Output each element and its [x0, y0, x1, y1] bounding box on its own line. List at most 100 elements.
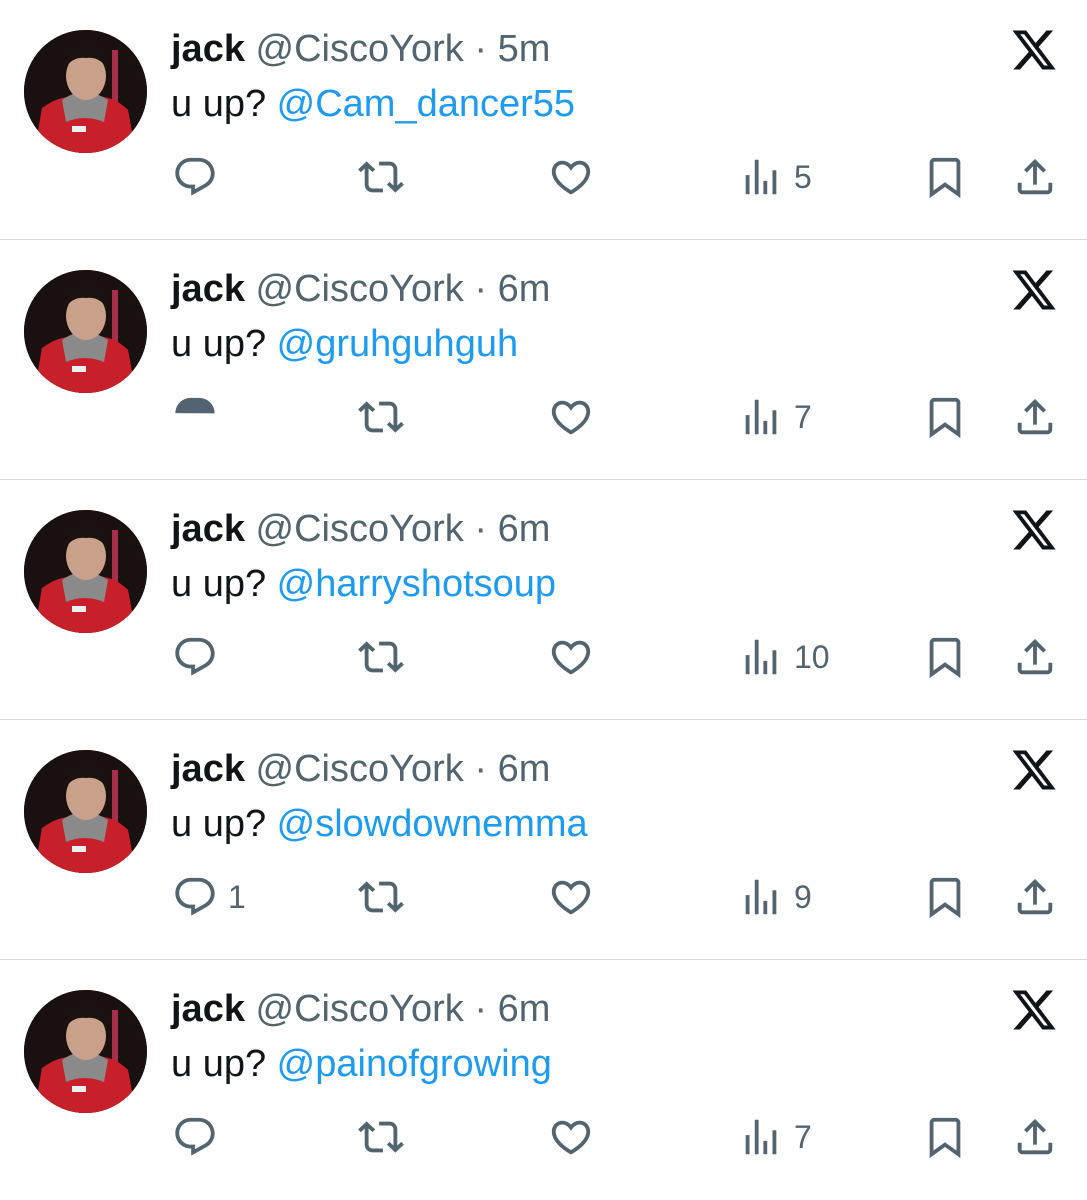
tweet-text-content: u up? [171, 83, 277, 125]
avatar[interactable] [24, 30, 147, 153]
tweet-feed: jack @CiscoYork · 5m u up? @Cam_dancer55 [0, 0, 1087, 1200]
separator-dot: · [474, 748, 487, 790]
view-count: 9 [794, 879, 812, 915]
timestamp[interactable]: 6m [498, 508, 551, 550]
bookmark-button[interactable] [922, 872, 968, 922]
x-logo-icon [1010, 506, 1058, 554]
avatar[interactable] [24, 510, 147, 633]
mention-link[interactable]: @gruhguhguh [277, 323, 518, 365]
like-button[interactable] [548, 152, 594, 202]
view-count: 7 [794, 1119, 812, 1155]
heart-icon [548, 874, 594, 920]
reply-icon [172, 394, 218, 440]
views-button[interactable]: 10 [738, 632, 830, 682]
tweet-text: u up? @harryshotsoup [171, 560, 556, 608]
tweet-text-content: u up? [171, 803, 277, 845]
heart-icon [548, 1114, 594, 1160]
timestamp[interactable]: 6m [498, 988, 551, 1030]
user-handle[interactable]: @CiscoYork [256, 28, 464, 70]
user-handle[interactable]: @CiscoYork [256, 268, 464, 310]
bookmark-button[interactable] [922, 392, 968, 442]
display-name[interactable]: jack [171, 748, 245, 790]
bookmark-button[interactable] [922, 152, 968, 202]
like-button[interactable] [548, 632, 594, 682]
separator-dot: · [474, 988, 487, 1030]
share-button[interactable] [1012, 1112, 1058, 1162]
avatar[interactable] [24, 270, 147, 393]
mention-link[interactable]: @Cam_dancer55 [277, 83, 575, 125]
tweet[interactable]: jack @CiscoYork · 6m u up? @gruhguhguh 7 [0, 240, 1087, 480]
repost-button[interactable] [358, 152, 404, 202]
views-button[interactable]: 9 [738, 872, 812, 922]
tweet[interactable]: jack @CiscoYork · 6m u up? @painofgrowin… [0, 960, 1087, 1200]
tweet-actions: 5 [0, 152, 1087, 202]
repost-button[interactable] [358, 392, 404, 442]
bookmark-icon [922, 394, 968, 440]
tweet-actions: 10 [0, 632, 1087, 682]
timestamp[interactable]: 6m [498, 268, 551, 310]
tweet[interactable]: jack @CiscoYork · 6m u up? @harryshotsou… [0, 480, 1087, 720]
tweet-header: jack @CiscoYork · 6m [171, 746, 550, 792]
tweet-actions: 7 [0, 1112, 1087, 1162]
tweet-actions: 1 9 [0, 872, 1087, 922]
reply-button[interactable]: 1 [172, 872, 246, 922]
tweet-header: jack @CiscoYork · 6m [171, 506, 550, 552]
mention-link[interactable]: @painofgrowing [277, 1043, 552, 1085]
tweet-header: jack @CiscoYork · 5m [171, 26, 550, 72]
reply-button[interactable] [172, 1112, 228, 1162]
user-handle[interactable]: @CiscoYork [256, 988, 464, 1030]
tweet[interactable]: jack @CiscoYork · 5m u up? @Cam_dancer55 [0, 0, 1087, 240]
heart-icon [548, 394, 594, 440]
repost-button[interactable] [358, 1112, 404, 1162]
avatar[interactable] [24, 750, 147, 873]
user-handle[interactable]: @CiscoYork [256, 508, 464, 550]
display-name[interactable]: jack [171, 268, 245, 310]
views-button[interactable]: 7 [738, 392, 812, 442]
x-logo-icon [1010, 986, 1058, 1034]
bookmark-button[interactable] [922, 632, 968, 682]
avatar[interactable] [24, 990, 147, 1113]
share-button[interactable] [1012, 392, 1058, 442]
tweet-text: u up? @Cam_dancer55 [171, 80, 575, 128]
display-name[interactable]: jack [171, 988, 245, 1030]
reply-button[interactable] [172, 152, 228, 202]
share-button[interactable] [1012, 152, 1058, 202]
mention-link[interactable]: @harryshotsoup [277, 563, 556, 605]
reply-icon [172, 154, 218, 200]
views-button[interactable]: 7 [738, 1112, 812, 1162]
like-button[interactable] [548, 872, 594, 922]
mention-link[interactable]: @slowdownemma [277, 803, 588, 845]
tweet-header: jack @CiscoYork · 6m [171, 266, 550, 312]
reply-button[interactable] [172, 632, 228, 682]
like-button[interactable] [548, 1112, 594, 1162]
share-icon [1012, 634, 1058, 680]
user-handle[interactable]: @CiscoYork [256, 748, 464, 790]
x-logo-icon [1010, 266, 1058, 314]
bookmark-icon [922, 1114, 968, 1160]
separator-dot: · [474, 268, 487, 310]
tweet-text: u up? @slowdownemma [171, 800, 588, 848]
display-name[interactable]: jack [171, 28, 245, 70]
views-icon [738, 154, 784, 200]
heart-icon [548, 154, 594, 200]
timestamp[interactable]: 5m [498, 28, 551, 70]
display-name[interactable]: jack [171, 508, 245, 550]
share-button[interactable] [1012, 872, 1058, 922]
share-icon [1012, 394, 1058, 440]
share-button[interactable] [1012, 632, 1058, 682]
repost-button[interactable] [358, 632, 404, 682]
views-button[interactable]: 5 [738, 152, 812, 202]
bookmark-button[interactable] [922, 1112, 968, 1162]
separator-dot: · [474, 508, 487, 550]
repost-button[interactable] [358, 872, 404, 922]
separator-dot: · [474, 28, 487, 70]
tweet[interactable]: jack @CiscoYork · 6m u up? @slowdownemma… [0, 720, 1087, 960]
reply-button[interactable] [172, 392, 228, 442]
share-icon [1012, 874, 1058, 920]
tweet-text-content: u up? [171, 563, 277, 605]
view-count: 10 [794, 639, 830, 675]
like-button[interactable] [548, 392, 594, 442]
timestamp[interactable]: 6m [498, 748, 551, 790]
share-icon [1012, 154, 1058, 200]
tweet-header: jack @CiscoYork · 6m [171, 986, 550, 1032]
